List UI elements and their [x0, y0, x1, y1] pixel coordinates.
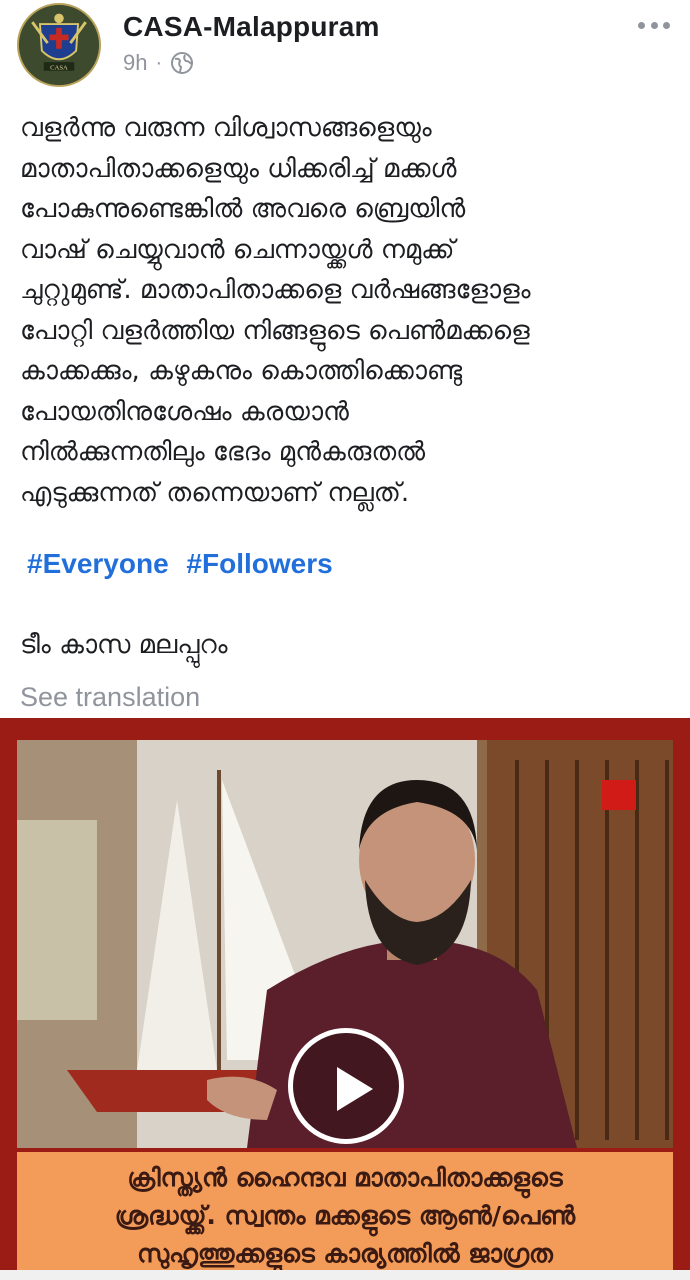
page-avatar[interactable]: CASA	[17, 3, 101, 87]
more-horizontal-icon[interactable]	[634, 10, 674, 40]
post-meta: 9h ·	[123, 50, 194, 76]
video-thumbnail[interactable]	[17, 740, 673, 1148]
play-icon[interactable]	[288, 1028, 404, 1144]
meta-separator: ·	[155, 51, 163, 74]
caption-line-1: ക്രിസ്ത്യൻ ഹൈന്ദവ മാതാപിതാക്കളുടെ	[127, 1163, 563, 1192]
caption-line-3: സുഹൃത്തുക്കളുടെ കാര്യത്തിൽ ജാഗ്രത	[137, 1239, 553, 1268]
svg-text:CASA: CASA	[50, 64, 68, 71]
see-translation-link[interactable]: See translation	[20, 682, 200, 713]
caption-line-2: ശ്രദ്ധയ്ക്ക്. സ്വന്തം മക്കളുടെ ആൺ/പെൺ	[114, 1201, 576, 1230]
video-caption: ക്രിസ്ത്യൻ ഹൈന്ദവ മാതാപിതാക്കളുടെ ശ്രദ്ധ…	[17, 1152, 673, 1280]
post-time[interactable]: 9h	[123, 50, 147, 76]
casa-logo-icon: CASA	[19, 5, 99, 85]
post-signature: ടീം കാസ മലപ്പുറം	[20, 630, 228, 660]
globe-icon	[171, 52, 194, 74]
video-attachment[interactable]: ക്രിസ്ത്യൻ ഹൈന്ദവ മാതാപിതാക്കളുടെ ശ്രദ്ധ…	[0, 718, 690, 1280]
post-header: CASA CASA-Malappuram 9h ·	[0, 0, 690, 90]
page-name[interactable]: CASA-Malappuram	[123, 11, 380, 43]
hashtag-everyone[interactable]: #Everyone	[27, 548, 169, 579]
hashtag-followers[interactable]: #Followers	[186, 548, 332, 579]
hashtag-list: #Everyone #Followers	[27, 548, 343, 580]
bottom-divider	[0, 1270, 690, 1280]
post-message: വളർന്നു വരുന്ന വിശ്വാസങ്ങളെയും മാതാപിതാക…	[20, 113, 531, 508]
